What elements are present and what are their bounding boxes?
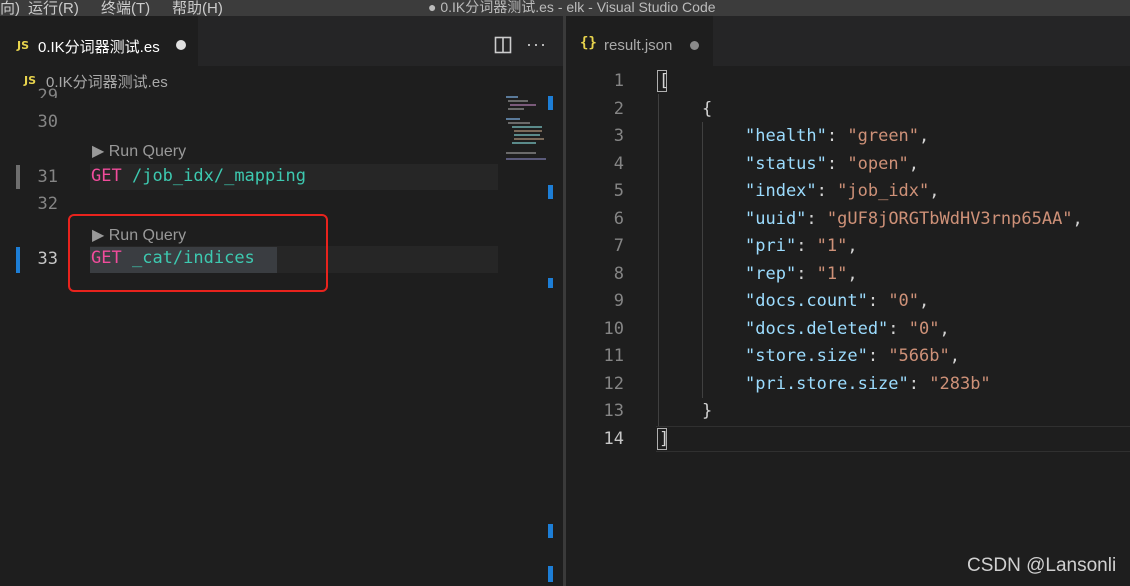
json-value: "566b" (888, 346, 950, 366)
json-entry[interactable]: "uuid": "gUF8jORGTbWdHV3rnp65AA", (745, 209, 1083, 229)
json-value: "gUF8jORGTbWdHV3rnp65AA" (826, 209, 1073, 229)
http-method: GET (91, 166, 122, 186)
json-key: "status" (745, 154, 827, 174)
json-close-brace[interactable]: } (702, 401, 712, 421)
json-entry[interactable]: "health": "green", (745, 126, 929, 146)
line-number: 1 (613, 71, 624, 91)
line-number: 9 (613, 291, 624, 311)
json-entry[interactable]: "docs.deleted": "0", (745, 319, 950, 339)
menu-terminal[interactable]: 终端(T) (101, 0, 150, 16)
more-actions-icon[interactable]: ··· (526, 34, 547, 55)
unsaved-dot-icon[interactable] (690, 41, 699, 50)
annotation-highlight-box (68, 214, 328, 292)
json-key: "store.size" (745, 346, 868, 366)
json-key: "health" (745, 126, 827, 146)
json-key: "index" (745, 181, 817, 201)
json-entry[interactable]: "pri": "1", (745, 236, 858, 256)
line-number: 32 (37, 194, 58, 214)
scrollbar-marker (548, 566, 553, 582)
json-key: "uuid" (745, 209, 807, 229)
json-key: "pri" (745, 236, 797, 256)
json-key: "pri.store.size" (745, 374, 909, 394)
code-line[interactable]: GET /job_idx/_mapping (91, 166, 306, 186)
request-path: /job_idx/_mapping (131, 166, 306, 186)
tab-label: 0.IK分词器测试.es (38, 39, 160, 56)
scrollbar-marker (548, 524, 553, 538)
window-title: ● 0.IK分词器测试.es - elk - Visual Studio Cod… (428, 0, 716, 15)
line-number: 7 (613, 236, 624, 256)
line-number: 29 (37, 86, 58, 98)
line-number: 4 (613, 154, 624, 174)
json-entry[interactable]: "rep": "1", (745, 264, 858, 284)
json-entry[interactable]: "index": "job_idx", (745, 181, 940, 201)
indent-guide (702, 122, 703, 398)
tab-label: result.json (604, 37, 673, 54)
json-value: "0" (888, 291, 920, 311)
json-value: "0" (908, 319, 940, 339)
json-value: "green" (847, 126, 920, 146)
line-number: 30 (37, 112, 58, 132)
minimap[interactable] (502, 96, 546, 166)
js-file-icon: JS (17, 39, 30, 52)
indent-guide (658, 94, 659, 426)
watermark: CSDN @Lansonli (967, 555, 1117, 576)
current-line-highlight (656, 426, 1130, 452)
json-close-bracket[interactable]: ] (659, 429, 669, 449)
line-number-current: 14 (603, 429, 624, 449)
json-key: "docs.deleted" (745, 319, 889, 339)
json-entry[interactable]: "docs.count": "0", (745, 291, 929, 311)
json-entry[interactable]: "status": "open", (745, 154, 919, 174)
editor-group-divider[interactable] (563, 16, 566, 586)
scrollbar-marker (548, 278, 553, 288)
line-number: 31 (37, 167, 58, 187)
scrollbar-marker (548, 185, 553, 199)
line-number: 5 (613, 181, 624, 201)
line-number: 10 (603, 319, 624, 339)
line-number: 3 (613, 126, 624, 146)
line-number: 2 (613, 99, 624, 119)
line-number: 6 (613, 209, 624, 229)
json-value: "open" (847, 154, 909, 174)
menu-help[interactable]: 帮助(H) (172, 0, 223, 16)
vertical-scrollbar[interactable] (546, 96, 562, 586)
run-query-codelens[interactable]: ▶ Run Query (92, 141, 186, 161)
json-key: "docs.count" (745, 291, 868, 311)
gutter-change-marker (16, 165, 20, 189)
json-file-icon: {} (580, 35, 597, 51)
json-open-brace[interactable]: { (702, 99, 712, 119)
json-value: "283b" (929, 374, 991, 394)
line-number: 13 (603, 401, 624, 421)
json-entry[interactable]: "store.size": "566b", (745, 346, 960, 366)
json-value: "job_idx" (837, 181, 930, 201)
line-number: 8 (613, 264, 624, 284)
json-key: "rep" (745, 264, 797, 284)
unsaved-dot-icon[interactable] (176, 40, 186, 50)
menu-run[interactable]: 运行(R) (28, 0, 79, 16)
line-number: 12 (603, 374, 624, 394)
title-bar: 向) 运行(R) 终端(T) 帮助(H) ● 0.IK分词器测试.es - el… (0, 0, 1130, 16)
split-editor-icon[interactable] (494, 36, 512, 54)
breadcrumb-item[interactable]: 0.IK分词器测试.es (46, 71, 168, 92)
line-number: 11 (603, 346, 624, 366)
json-value: "1" (816, 236, 848, 256)
scrollbar-marker (548, 96, 553, 110)
menu-view[interactable]: 向) (0, 0, 20, 16)
json-entry[interactable]: "pri.store.size": "283b" (745, 374, 991, 394)
gutter-change-marker (16, 247, 20, 273)
json-open-bracket[interactable]: [ (659, 71, 669, 91)
line-number-current: 33 (37, 249, 58, 269)
json-value: "1" (816, 264, 848, 284)
